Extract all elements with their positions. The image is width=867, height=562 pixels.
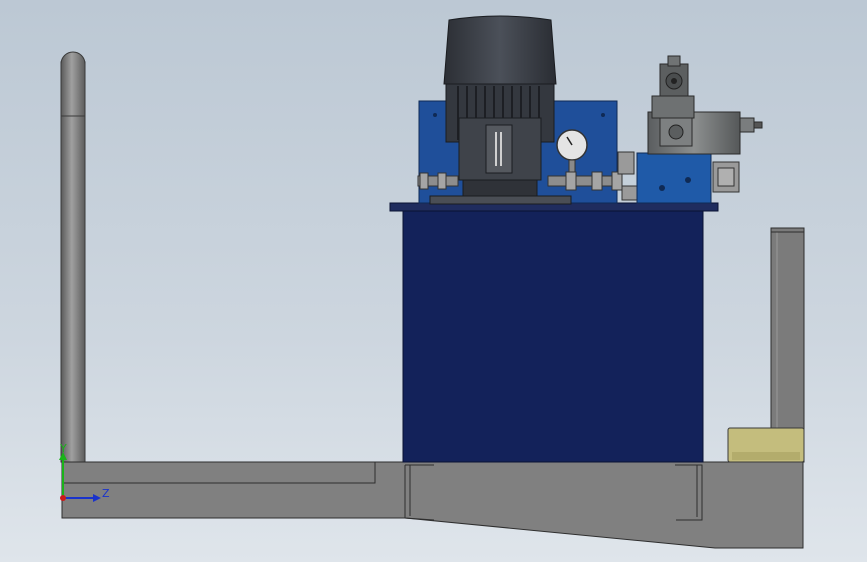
triad-x-axis-dot [60, 495, 66, 501]
triad-z-label: Z [102, 487, 110, 500]
left-vertical-pipe [60, 51, 86, 463]
mounting-pad [727, 427, 805, 463]
directional-valve [647, 55, 763, 155]
base-frame [61, 461, 804, 549]
right-vertical-post [770, 227, 805, 463]
model-viewport[interactable]: Y Z [0, 0, 867, 562]
hydraulic-unit-model[interactable] [0, 0, 867, 562]
triad-y-label: Y [60, 442, 67, 455]
oil-tank [389, 202, 719, 463]
valve-manifold-block [636, 152, 740, 204]
